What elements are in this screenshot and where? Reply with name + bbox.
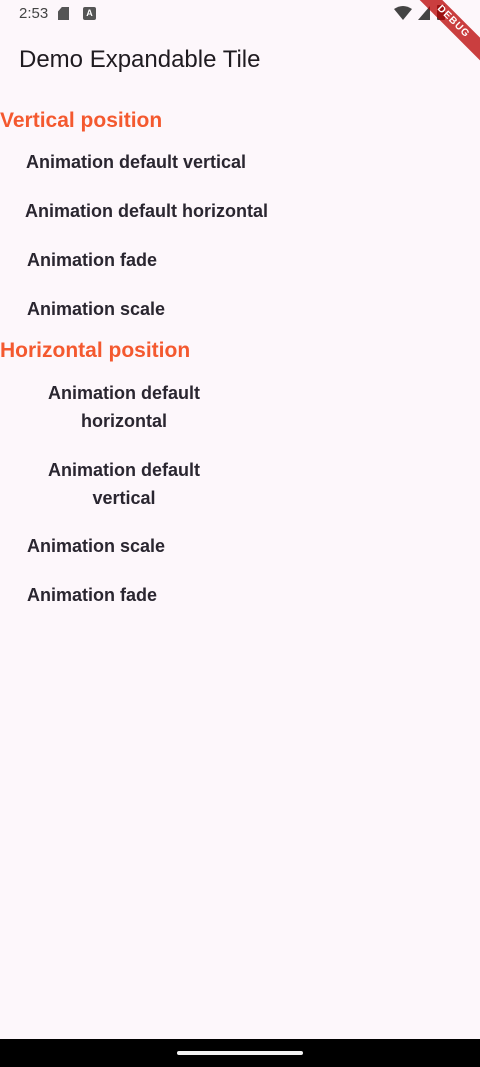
app-bar: Demo Expandable Tile bbox=[0, 28, 480, 92]
section-header-vertical: Vertical position bbox=[0, 109, 163, 132]
tile-vertical-scale[interactable]: Animation scale bbox=[27, 299, 165, 320]
signal-icon bbox=[418, 6, 430, 20]
navigation-bar bbox=[0, 1039, 480, 1067]
home-gesture-handle[interactable] bbox=[177, 1051, 303, 1055]
sd-card-icon bbox=[58, 7, 69, 20]
tile-horizontal-fade[interactable]: Animation fade bbox=[27, 585, 157, 606]
tile-horizontal-default-vertical[interactable]: Animation default vertical bbox=[39, 456, 209, 512]
section-header-horizontal: Horizontal position bbox=[0, 339, 191, 362]
tile-vertical-fade[interactable]: Animation fade bbox=[27, 250, 157, 271]
app-title: Demo Expandable Tile bbox=[19, 46, 261, 73]
tile-vertical-default-horizontal[interactable]: Animation default horizontal bbox=[25, 201, 268, 222]
tile-horizontal-scale[interactable]: Animation scale bbox=[27, 536, 165, 557]
status-time: 2:53 bbox=[19, 5, 49, 22]
battery-icon bbox=[437, 5, 445, 20]
wifi-icon bbox=[394, 6, 412, 20]
a-badge-icon: A bbox=[83, 7, 96, 20]
tile-vertical-default-vertical[interactable]: Animation default vertical bbox=[26, 152, 246, 173]
status-bar: 2:53 A bbox=[0, 0, 480, 28]
tile-horizontal-default-horizontal[interactable]: Animation default horizontal bbox=[39, 379, 209, 435]
